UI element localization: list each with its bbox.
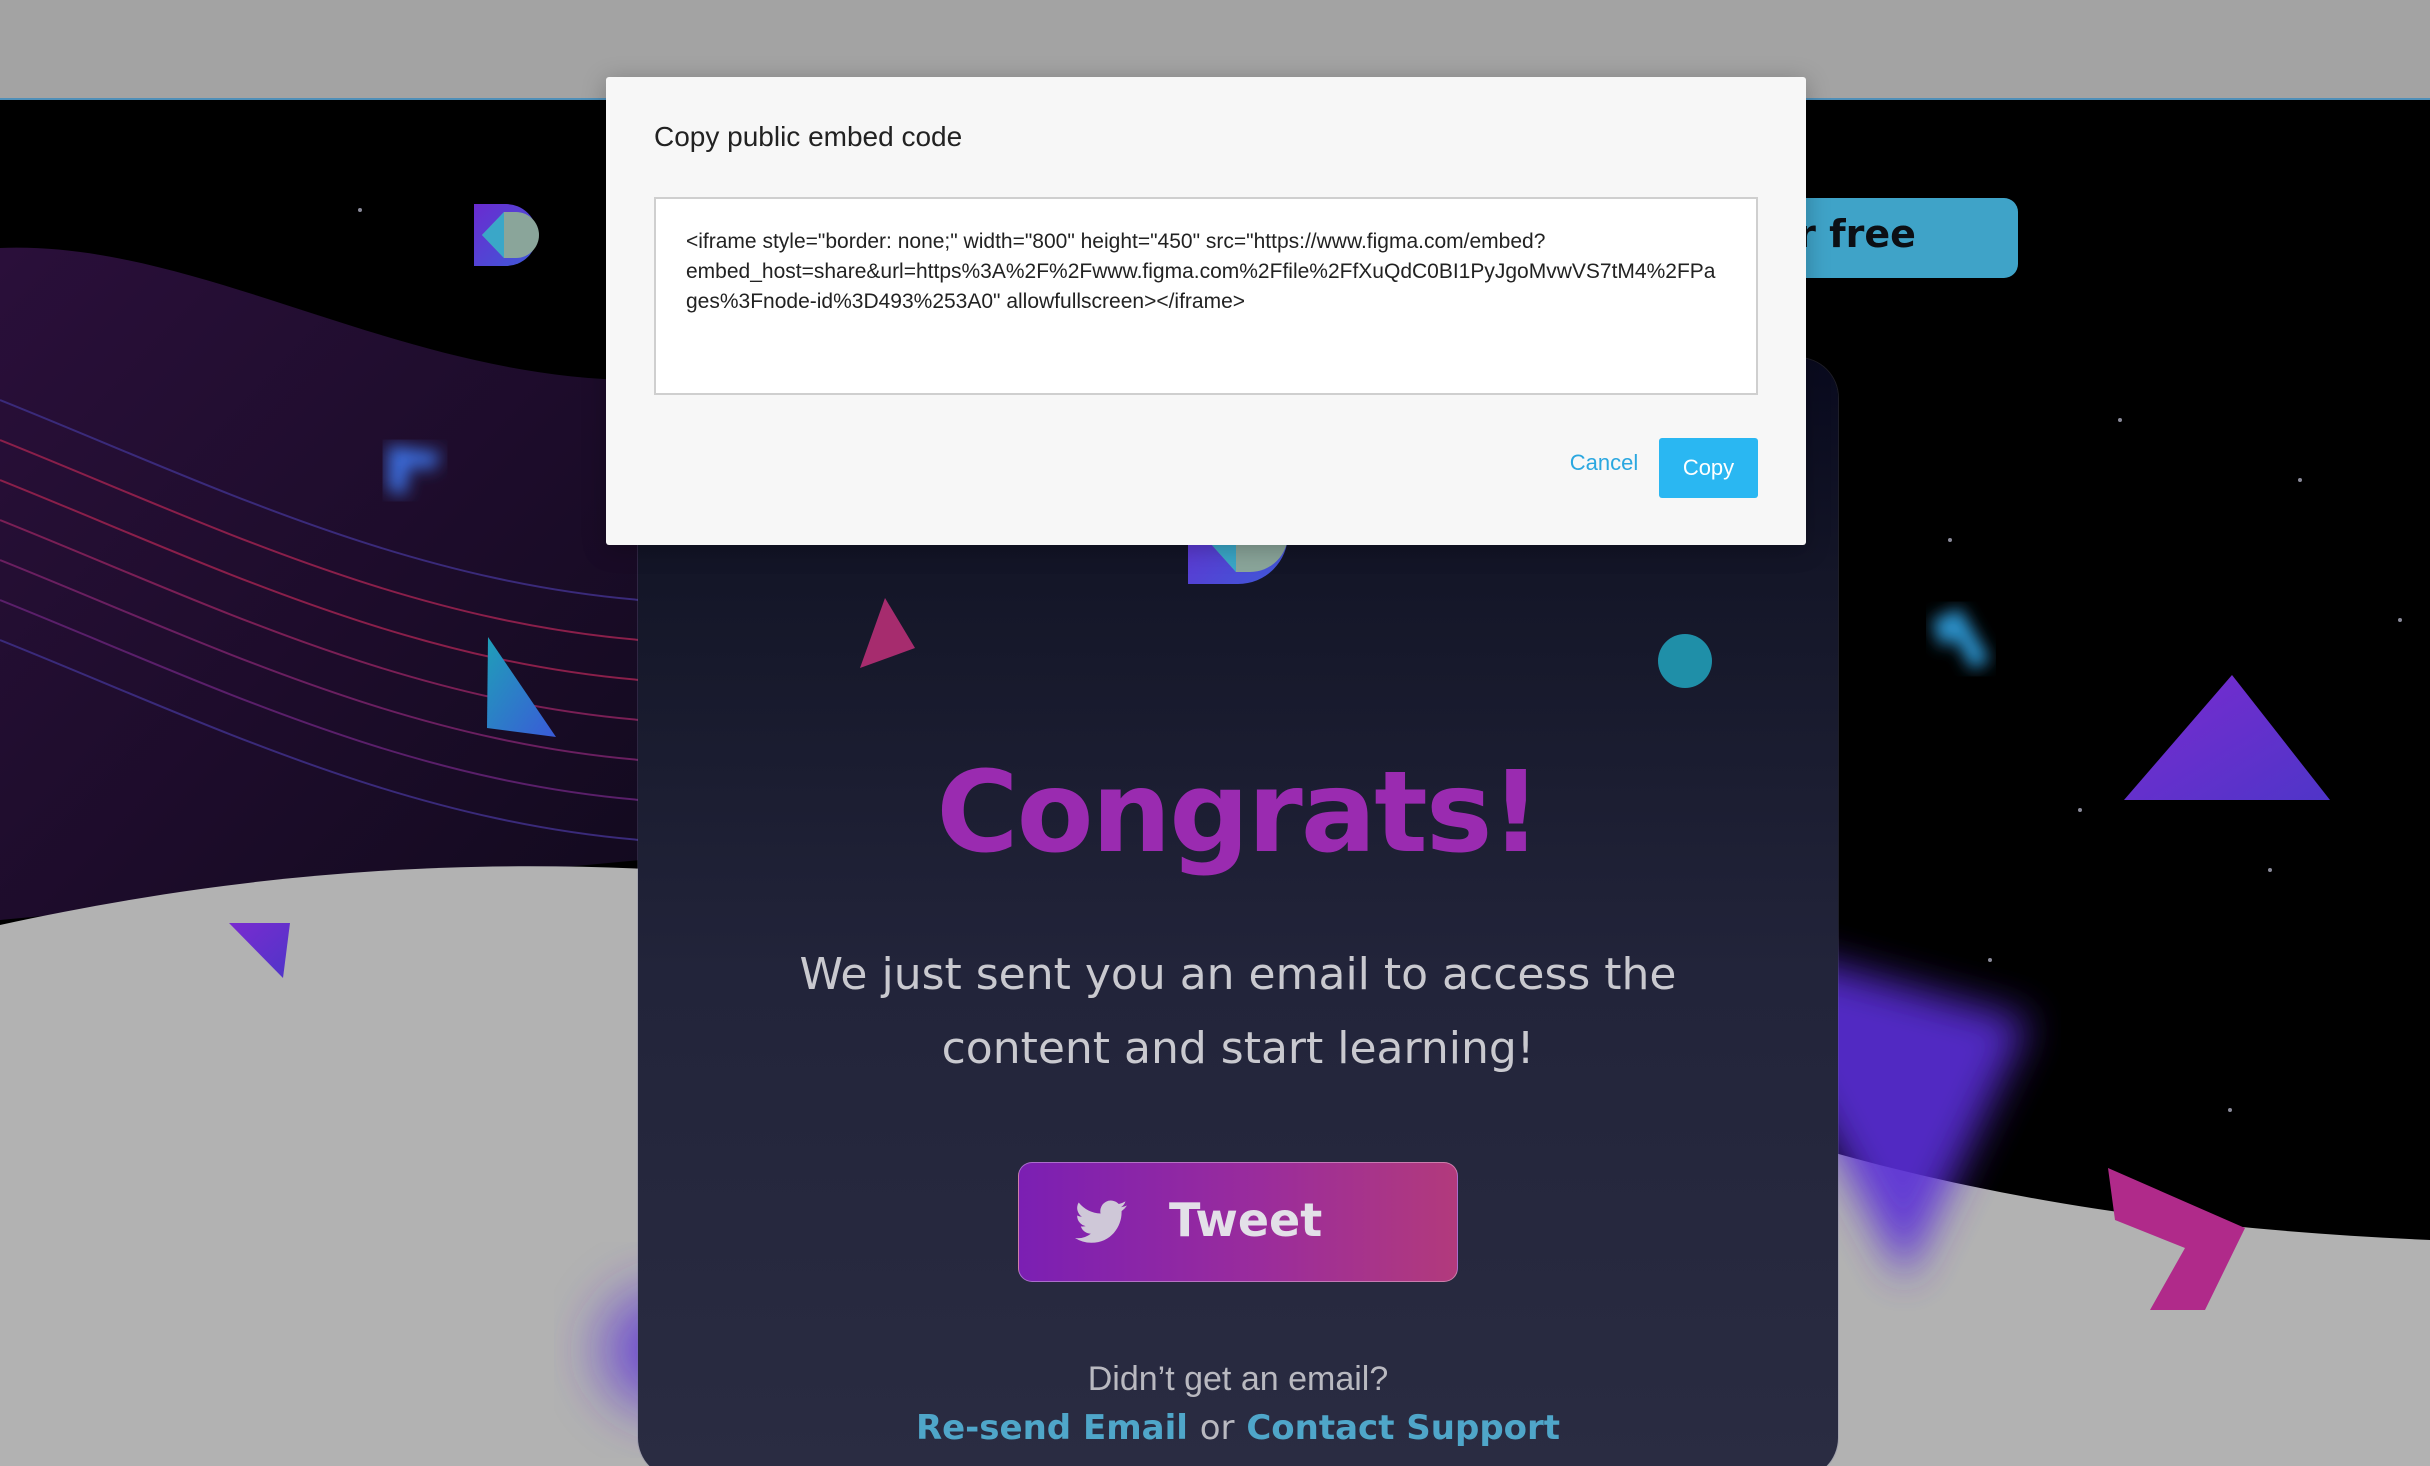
decor-triangle-purple: [2124, 675, 2330, 800]
page: Try for free Congrats! We just sent you …: [0, 0, 2430, 1466]
copy-button[interactable]: Copy: [1659, 438, 1758, 498]
brand-logo-icon[interactable]: [474, 204, 540, 266]
background-wave: [0, 247, 640, 921]
congrats-title: Congrats!: [936, 748, 1541, 878]
tweet-button[interactable]: Tweet: [1018, 1162, 1458, 1282]
decor-chevron-right: [1932, 608, 1990, 670]
twitter-bird-icon: [1075, 1200, 1127, 1243]
tweet-label: Tweet: [1169, 1193, 1323, 1247]
modal-title: Copy public embed code: [654, 121, 963, 152]
cancel-button[interactable]: Cancel: [1554, 439, 1654, 487]
embed-code-field[interactable]: <iframe style="border: none;" width="800…: [654, 197, 1758, 395]
email-sent-message: We just sent you an email to access the …: [799, 949, 1677, 1074]
resend-or-support: Re-send Email or Contact Support: [638, 1408, 1838, 1448]
decor-teal-dot: [1658, 634, 1712, 688]
contact-support-link[interactable]: Contact Support: [1246, 1408, 1560, 1448]
resend-email-link[interactable]: Re-send Email: [916, 1408, 1188, 1448]
embed-code-modal: Copy public embed code <iframe style="bo…: [606, 77, 1806, 545]
decor-pink-shard: [860, 598, 915, 668]
didnt-get-email-text: Didn’t get an email?: [1087, 1360, 1389, 1398]
or-label: or: [1199, 1408, 1235, 1448]
